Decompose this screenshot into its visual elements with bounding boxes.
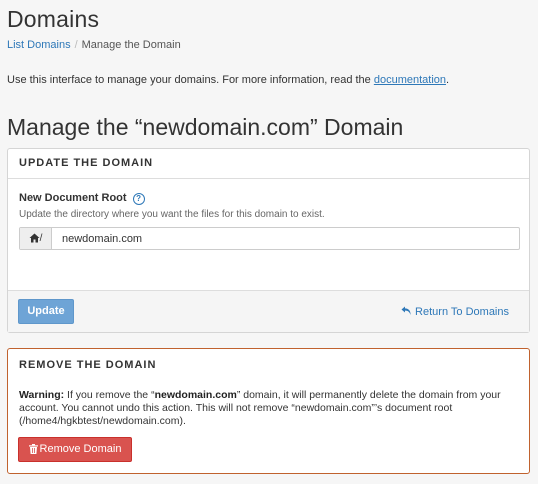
document-root-label: New Document Root ? [19, 192, 145, 205]
document-root-help-text: Update the directory where you want the … [19, 209, 325, 220]
remove-panel-header: REMOVE THE DOMAIN [19, 359, 157, 371]
intro-text-body: Use this interface to manage your domain… [7, 74, 374, 86]
manage-domain-heading: Manage the “newdomain.com” Domain [7, 114, 404, 140]
addon-slash: / [39, 233, 43, 244]
undo-arrow-icon [401, 306, 411, 315]
question-circle-icon[interactable]: ? [132, 193, 145, 205]
page: Domains List Domains / Manage the Domain U… [0, 0, 538, 484]
document-root-input[interactable] [52, 228, 512, 249]
breadcrumb: List Domains / Manage the Domain [7, 39, 181, 51]
update-domain-panel: UPDATE THE DOMAIN New Document Root ? Up… [7, 148, 530, 333]
document-root-label-text: New Document Root [19, 192, 127, 204]
document-root-input-group: / [19, 227, 520, 250]
remove-domain-button[interactable]: Remove Domain [18, 437, 132, 462]
home-addon: / [20, 228, 52, 249]
trash-icon [28, 444, 38, 454]
breadcrumb-current: Manage the Domain [81, 39, 181, 51]
breadcrumb-separator: / [74, 39, 78, 51]
return-to-domains-label: Return To Domains [415, 306, 509, 318]
return-to-domains-link[interactable]: Return To Domains [401, 306, 509, 318]
documentation-link[interactable]: documentation [374, 74, 446, 86]
warning-domain: newdomain.com [154, 389, 237, 401]
warning-part1: If you remove the “ [64, 389, 155, 401]
intro-text: Use this interface to manage your domain… [7, 74, 449, 86]
home-icon [29, 233, 40, 243]
remove-domain-panel: REMOVE THE DOMAIN Warning: If you remove… [7, 348, 530, 474]
intro-text-suffix: . [446, 74, 450, 86]
remove-warning-text: Warning: If you remove the “newdomain.co… [19, 389, 519, 428]
page-title: Domains [7, 6, 100, 32]
remove-domain-label: Remove Domain [39, 443, 122, 455]
update-panel-header: UPDATE THE DOMAIN [8, 149, 529, 179]
breadcrumb-list-domains-link[interactable]: List Domains [7, 39, 71, 51]
update-button[interactable]: Update [18, 299, 74, 324]
update-panel-footer: Update Return To Domains [8, 290, 529, 332]
warning-label: Warning: [19, 389, 65, 401]
